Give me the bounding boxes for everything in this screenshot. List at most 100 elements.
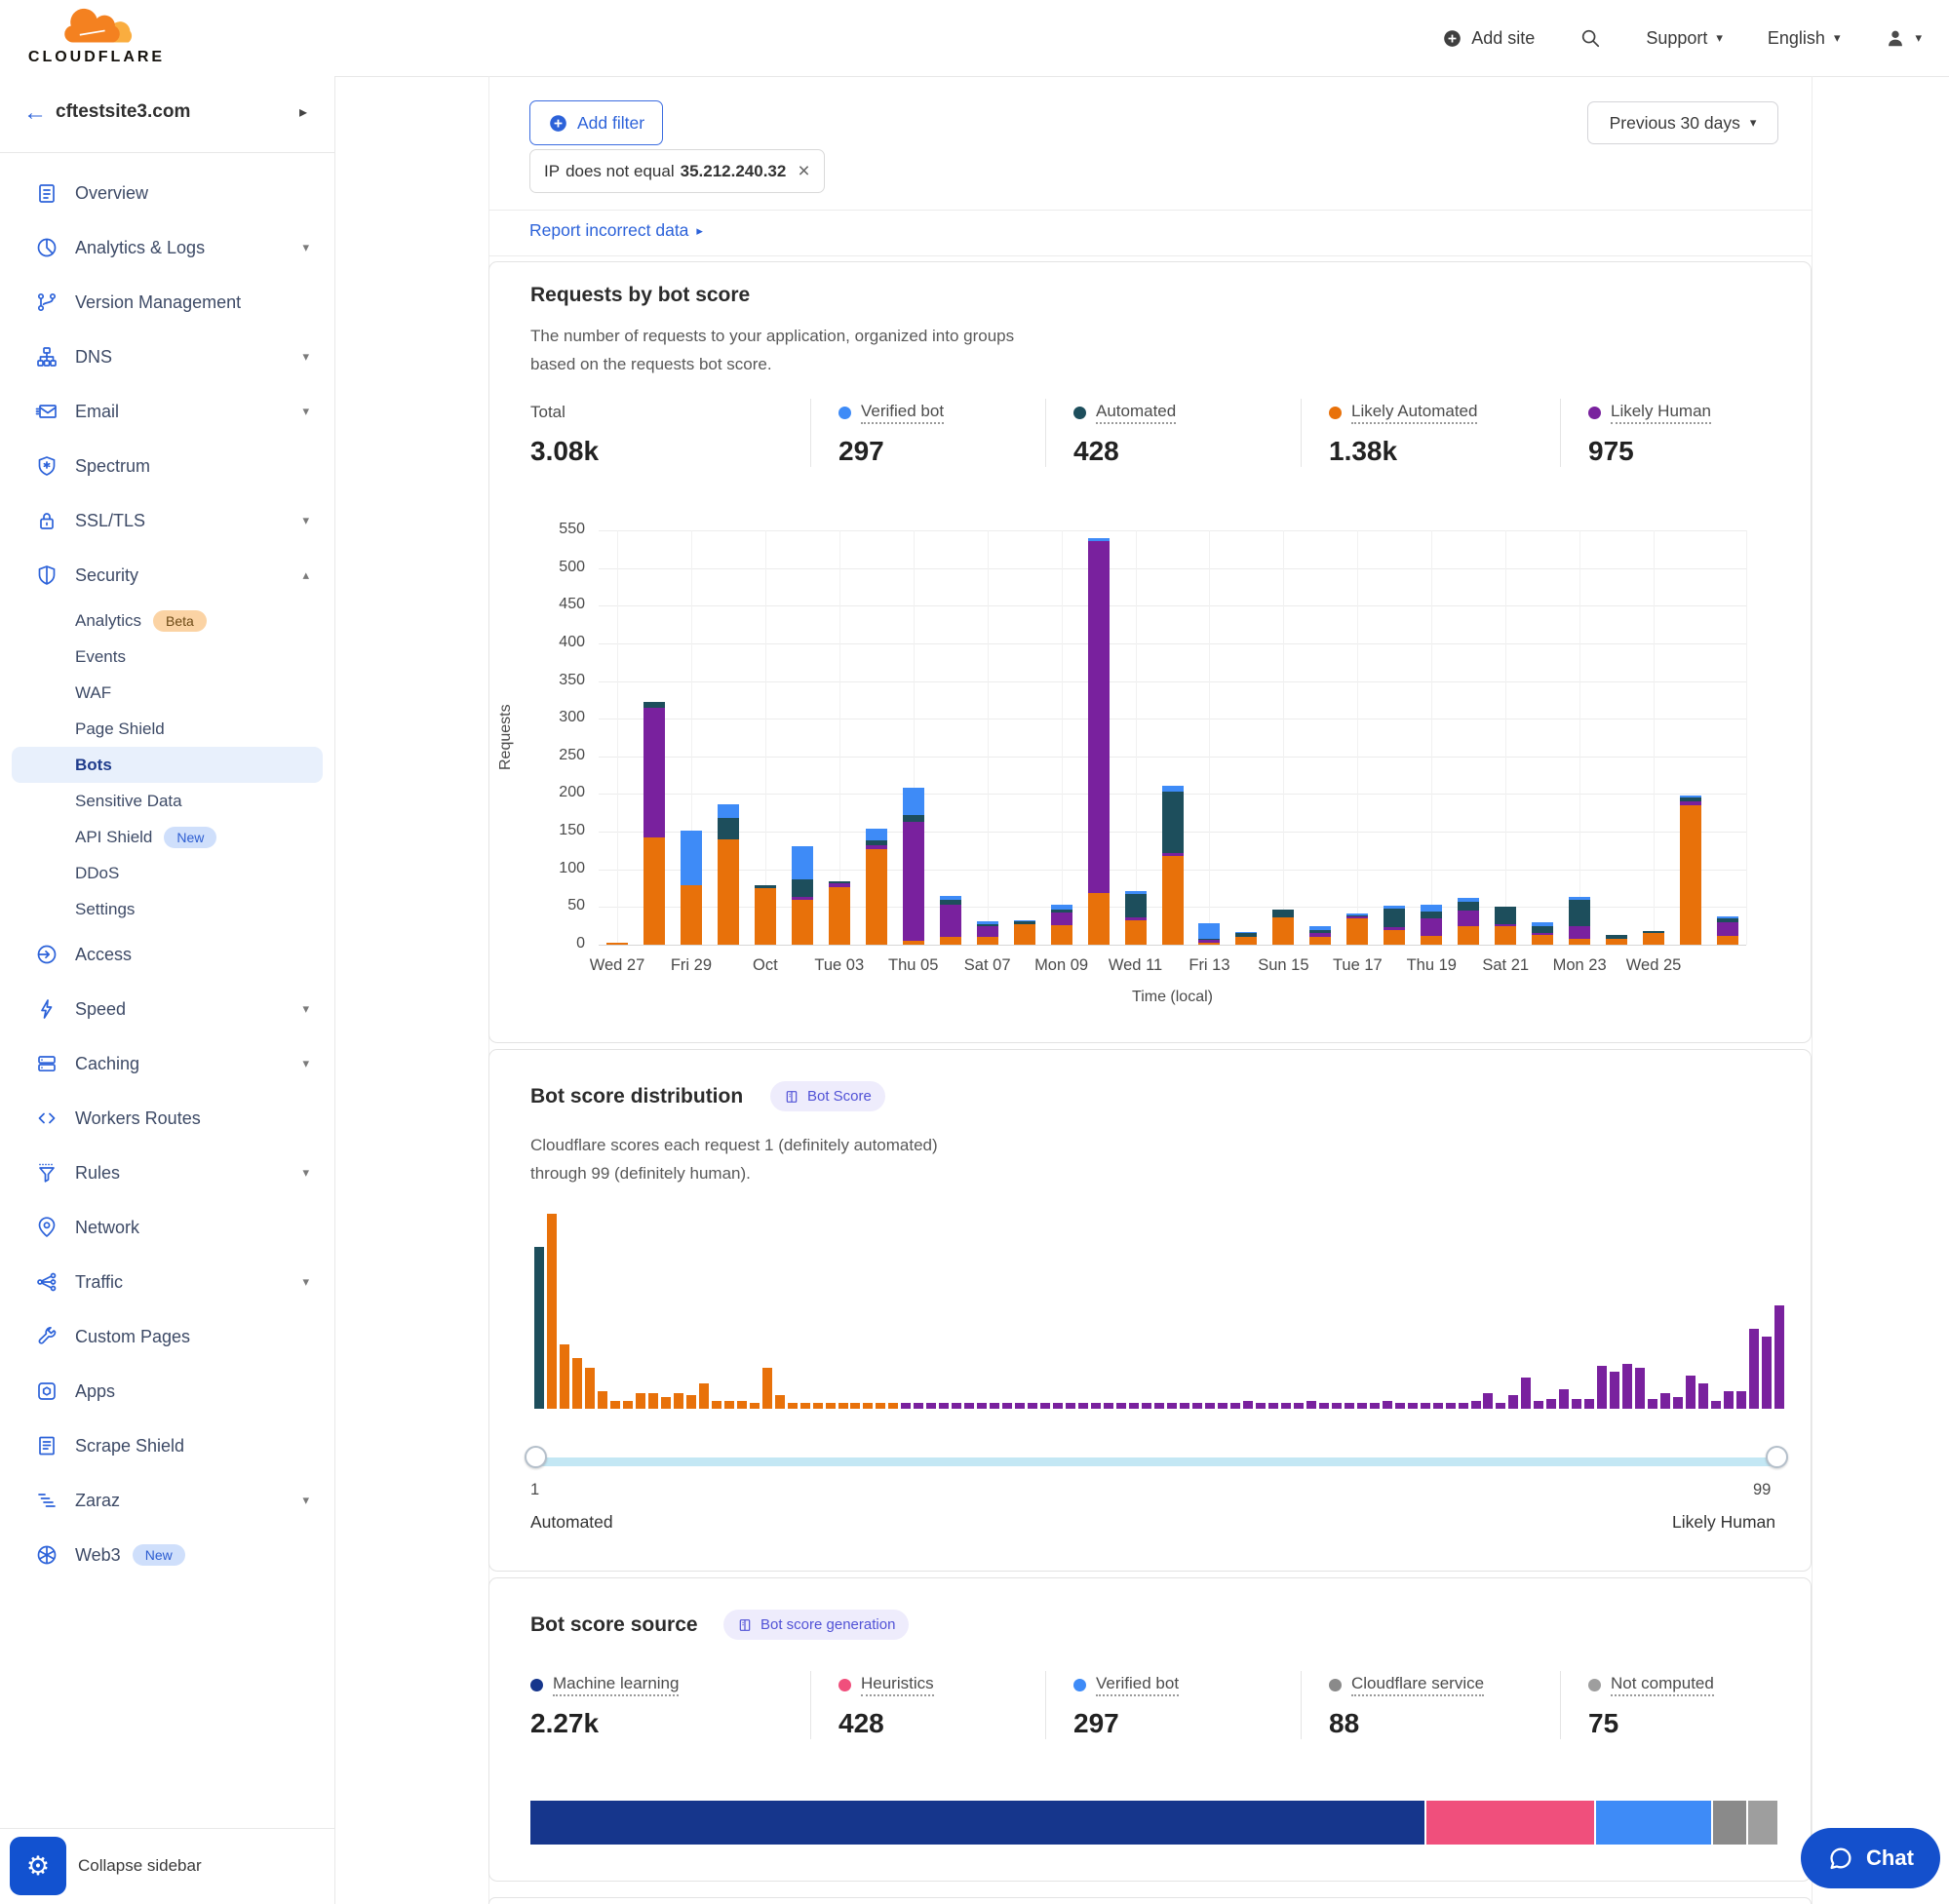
sidebar-item-traffic[interactable]: Traffic▾: [0, 1255, 334, 1309]
seg-automated: [1458, 902, 1479, 911]
language-menu[interactable]: English ▾: [1768, 28, 1841, 49]
close-icon[interactable]: ×: [798, 161, 809, 181]
web3-icon: [35, 1543, 58, 1567]
y-tick-label: 150: [528, 822, 585, 839]
score-bar-52: [1180, 1403, 1189, 1409]
sidebar-item-bots[interactable]: Bots: [12, 747, 323, 783]
sidebar-item-overview[interactable]: Overview: [0, 166, 334, 220]
sidebar-item-ddos[interactable]: DDoS: [0, 855, 334, 891]
sidebar-item-sensitive-data[interactable]: Sensitive Data: [0, 783, 334, 819]
sidebar-item-ssl-tls[interactable]: SSL/TLS▾: [0, 493, 334, 548]
chevron-right-icon[interactable]: ▸: [299, 102, 307, 122]
sidebar-item-page-shield[interactable]: Page Shield: [0, 711, 334, 747]
collapse-sidebar-button[interactable]: Collapse sidebar: [78, 1856, 202, 1876]
seg-likely-automated: [1014, 924, 1035, 945]
sidebar-item-zaraz[interactable]: Zaraz▾: [0, 1473, 334, 1528]
sidebar-item-security[interactable]: Security▴: [0, 548, 334, 602]
score-bar-45: [1091, 1403, 1101, 1409]
likely-human-end-label: Likely Human: [1672, 1512, 1775, 1533]
apps-icon: [35, 1379, 58, 1403]
slider-handle-min[interactable]: [525, 1446, 547, 1468]
sidebar-item-label: API Shield: [75, 828, 152, 847]
site-switcher[interactable]: ← cftestsite3.com ▸: [0, 76, 334, 153]
sidebar-item-label: Spectrum: [75, 456, 150, 477]
settings-button[interactable]: ⚙: [10, 1837, 66, 1895]
slider-handle-max[interactable]: [1766, 1446, 1788, 1468]
sidebar-item-waf[interactable]: WAF: [0, 675, 334, 711]
seg-likely-automated: [718, 839, 739, 945]
sidebar-item-email[interactable]: Email▾: [0, 384, 334, 439]
score-bar-94: [1711, 1401, 1721, 1409]
sidebar-item-custom-pages[interactable]: Custom Pages: [0, 1309, 334, 1364]
sidebar-item-speed[interactable]: Speed▾: [0, 982, 334, 1036]
slider-min-value: 1: [530, 1481, 539, 1499]
score-bar-19: [762, 1368, 772, 1409]
report-incorrect-data-link[interactable]: Report incorrect data ▸: [529, 220, 703, 241]
badge-label: Bot Score: [807, 1088, 872, 1105]
score-bar-71: [1421, 1403, 1430, 1409]
sidebar-item-api-shield[interactable]: API ShieldNew: [0, 819, 334, 855]
y-tick-label: 300: [528, 709, 585, 726]
sidebar-item-label: Web3: [75, 1545, 121, 1566]
card-title: Bot score distribution: [530, 1085, 743, 1108]
sidebar-item-analytics[interactable]: AnalyticsBeta: [0, 602, 334, 639]
score-bar-95: [1724, 1391, 1734, 1409]
chat-button[interactable]: Chat: [1801, 1828, 1940, 1888]
sidebar-item-workers-routes[interactable]: Workers Routes: [0, 1091, 334, 1146]
sidebar-item-dns[interactable]: DNS▾: [0, 330, 334, 384]
score-slider-track[interactable]: [533, 1457, 1778, 1466]
source-stats-row: Machine learning2.27kHeuristics428Verifi…: [530, 1671, 1775, 1739]
sidebar-item-access[interactable]: Access: [0, 927, 334, 982]
sidebar-item-analytics-logs[interactable]: Analytics & Logs▾: [0, 220, 334, 275]
bot-score-generation-badge[interactable]: Bot score generation: [723, 1610, 909, 1640]
sidebar-item-web3[interactable]: Web3New: [0, 1528, 334, 1582]
gridline: [1357, 530, 1358, 945]
sidebar-item-label: Security: [75, 565, 138, 586]
sidebar-item-events[interactable]: Events: [0, 639, 334, 675]
gridline: [1431, 530, 1432, 945]
stat-machine-learning: Machine learning2.27k: [530, 1671, 810, 1739]
seg-likely-human: [643, 708, 665, 837]
sidebar-item-spectrum[interactable]: Spectrum: [0, 439, 334, 493]
bot-score-badge[interactable]: Bot Score: [770, 1081, 885, 1111]
score-bar-29: [888, 1403, 898, 1409]
seg-likely-automated: [755, 888, 776, 945]
back-arrow-icon[interactable]: ←: [23, 99, 47, 127]
add-site-button[interactable]: Add site: [1442, 28, 1535, 49]
sidebar-item-version-management[interactable]: Version Management: [0, 275, 334, 330]
sidebar-item-label: Email: [75, 402, 119, 422]
seg-likely-automated: [1495, 926, 1516, 945]
gridline: [1136, 530, 1137, 945]
search-icon[interactable]: [1579, 27, 1601, 49]
score-bar-49: [1142, 1403, 1151, 1409]
seg-likely-automated: [1088, 893, 1110, 945]
account-menu[interactable]: ▾: [1885, 27, 1922, 49]
sidebar-item-settings[interactable]: Settings: [0, 891, 334, 927]
chevron-down-icon: ▾: [1750, 115, 1757, 131]
card-title: Requests by bot score: [530, 284, 750, 307]
stat-heuristics: Heuristics428: [810, 1671, 1045, 1739]
sidebar-item-rules[interactable]: Rules▾: [0, 1146, 334, 1200]
score-bar-41: [1040, 1403, 1050, 1409]
add-filter-button[interactable]: Add filter: [529, 100, 663, 145]
sidebar-item-scrape-shield[interactable]: Scrape Shield: [0, 1418, 334, 1473]
seg-likely-automated: [1458, 926, 1479, 945]
sidebar-item-caching[interactable]: Caching▾: [0, 1036, 334, 1091]
requests-bar-fri-29: [681, 831, 702, 945]
support-menu[interactable]: Support ▾: [1646, 28, 1723, 49]
y-axis-label: Requests: [497, 530, 519, 945]
date-range-dropdown[interactable]: Previous 30 days ▾: [1587, 101, 1778, 144]
score-bar-75: [1471, 1401, 1481, 1409]
cloudflare-logo[interactable]: CLOUDFLARE: [14, 4, 179, 72]
score-bar-27: [863, 1403, 873, 1409]
seg-likely-automated: [606, 943, 628, 945]
requests-bar-oct: [755, 885, 776, 945]
chat-label: Chat: [1866, 1846, 1914, 1871]
sidebar-item-apps[interactable]: Apps: [0, 1364, 334, 1418]
score-bar-46: [1104, 1403, 1113, 1409]
filter-chip[interactable]: IP does not equal 35.212.240.32 ×: [529, 149, 825, 193]
plus-circle-icon: [548, 113, 568, 134]
stat-value: 975: [1588, 436, 1775, 467]
chevron-down-icon: ▾: [302, 513, 309, 528]
sidebar-item-network[interactable]: Network: [0, 1200, 334, 1255]
